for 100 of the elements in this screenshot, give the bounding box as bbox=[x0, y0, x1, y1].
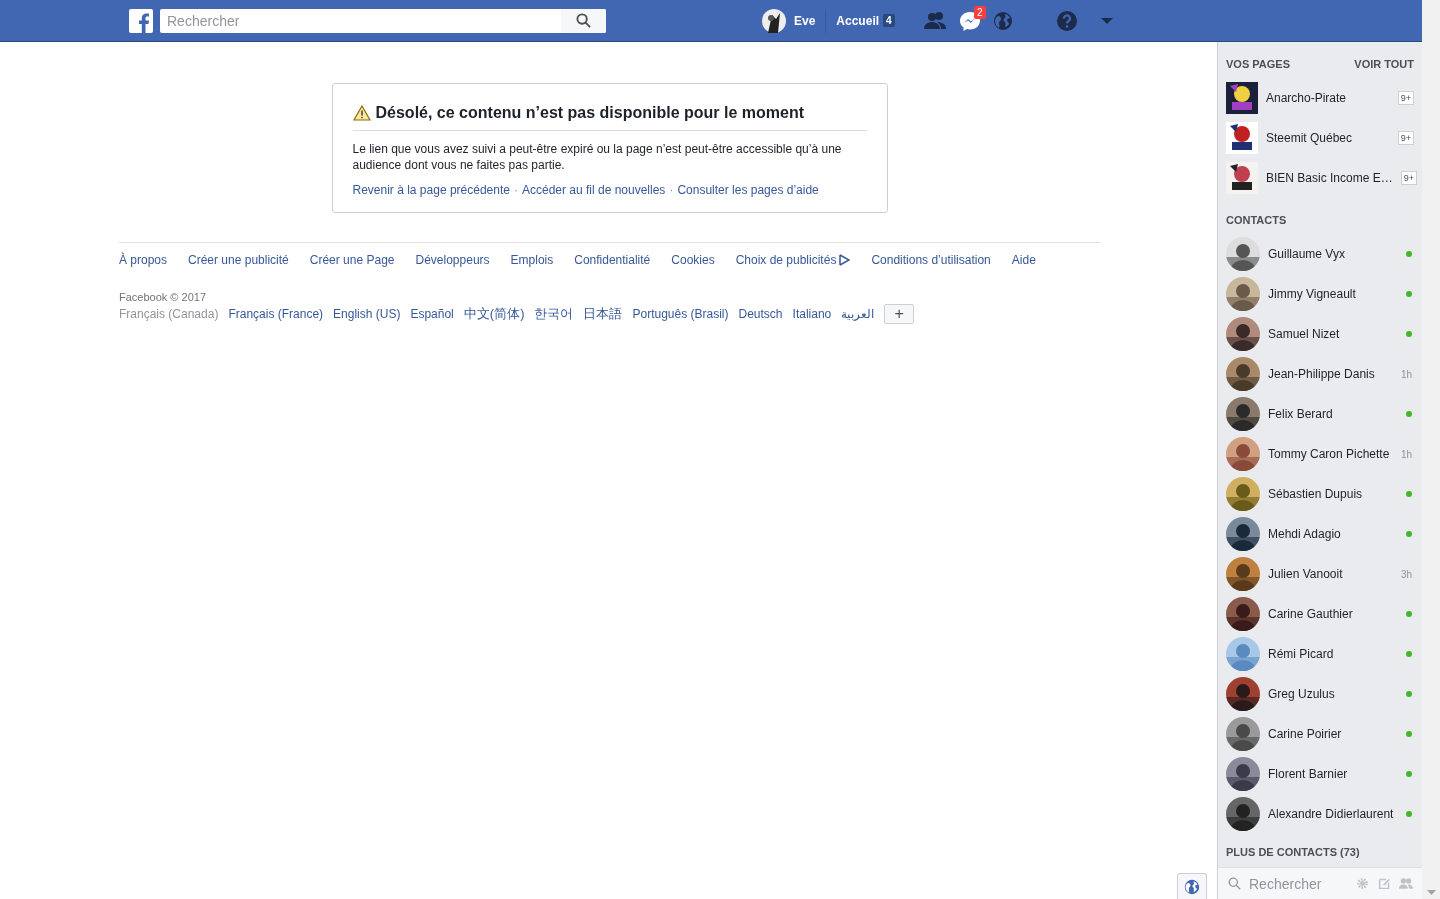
language-link[interactable]: العربية bbox=[841, 307, 875, 321]
more-languages-button[interactable]: + bbox=[884, 304, 915, 324]
language-link[interactable]: Português (Brasil) bbox=[632, 307, 729, 321]
contact-name: Tommy Caron Pichette bbox=[1268, 447, 1391, 461]
contact-name: Carine Gauthier bbox=[1268, 607, 1354, 621]
language-link[interactable]: Español bbox=[410, 307, 454, 321]
contact-search-bar[interactable]: Rechercher bbox=[1218, 867, 1422, 899]
caret-icon bbox=[1100, 16, 1113, 25]
contact-name: Rémi Picard bbox=[1268, 647, 1335, 661]
language-link[interactable]: 한국어 bbox=[534, 305, 574, 323]
contact-name: Felix Berard bbox=[1268, 407, 1334, 421]
contact-item[interactable]: Greg Uzulus bbox=[1226, 674, 1422, 714]
contact-name: Carine Poirier bbox=[1268, 727, 1343, 741]
help-icon bbox=[1055, 9, 1078, 32]
people-icon bbox=[1399, 877, 1413, 890]
new-group-button[interactable] bbox=[1398, 875, 1414, 892]
contact-item[interactable]: Samuel Nizet bbox=[1226, 314, 1422, 354]
footer-link[interactable]: Cookies bbox=[671, 253, 715, 267]
separator: · bbox=[513, 183, 518, 197]
logo-icon[interactable] bbox=[129, 8, 153, 33]
language-link[interactable]: English (US) bbox=[333, 307, 401, 321]
contact-item[interactable]: Carine Gauthier bbox=[1226, 594, 1422, 634]
online-dot bbox=[1406, 731, 1412, 737]
online-dot bbox=[1406, 251, 1412, 257]
footer-link[interactable]: Aide bbox=[1011, 253, 1036, 267]
contact-name: Sébastien Dupuis bbox=[1268, 487, 1364, 501]
contact-name: Florent Barnier bbox=[1268, 767, 1349, 781]
warning-icon bbox=[352, 105, 371, 121]
section-heading: PLUS DE CONTACTS (73) bbox=[1226, 845, 1361, 860]
page-name: BIEN Basic Income E… bbox=[1266, 171, 1393, 185]
globe-icon bbox=[1184, 878, 1200, 895]
contact-item[interactable]: Carine Poirier bbox=[1226, 714, 1422, 754]
contact-item[interactable]: Florent Barnier bbox=[1226, 754, 1422, 794]
contact-item[interactable]: Felix Berard bbox=[1226, 394, 1422, 434]
contact-name: Guillaume Vyx bbox=[1268, 247, 1346, 261]
help-button[interactable] bbox=[1054, 8, 1079, 33]
contact-item[interactable]: Guillaume Vyx bbox=[1226, 234, 1422, 274]
language-link[interactable]: Italiano bbox=[792, 307, 832, 321]
online-dot bbox=[1406, 611, 1412, 617]
contact-search-field[interactable]: Rechercher bbox=[1247, 874, 1348, 893]
contact-item[interactable]: Sébastien Dupuis bbox=[1226, 474, 1422, 514]
scroll-down-icon[interactable] bbox=[1426, 890, 1436, 895]
contact-name: Alexandre Didierlaurent bbox=[1268, 807, 1395, 821]
online-dot bbox=[1406, 651, 1412, 657]
search-icon bbox=[576, 13, 591, 28]
contact-item[interactable]: Mehdi Adagio bbox=[1226, 514, 1422, 554]
footer-link[interactable]: Créer une Page bbox=[309, 253, 395, 267]
footer-link[interactable]: Emplois bbox=[510, 253, 554, 267]
contact-item[interactable]: Tommy Caron Pichette 1h bbox=[1226, 434, 1422, 474]
page-item[interactable]: Anarcho-Pirate 9+ bbox=[1226, 78, 1422, 118]
language-button[interactable] bbox=[1177, 873, 1207, 899]
search-field[interactable]: Rechercher bbox=[160, 12, 561, 29]
contact-item[interactable]: Alexandre Didierlaurent bbox=[1226, 794, 1422, 834]
settings-button[interactable] bbox=[1354, 875, 1370, 892]
error-title: Désolé, ce contenu n’est pas disponible pour le moment bbox=[375, 104, 805, 122]
page-item[interactable]: Steemit Québec 9+ bbox=[1226, 118, 1422, 158]
footer-link[interactable]: Créer une publicité bbox=[188, 253, 289, 267]
section-heading: CONTACTS bbox=[1226, 214, 1287, 226]
online-dot bbox=[1406, 691, 1412, 697]
online-dot bbox=[1406, 531, 1412, 537]
section-heading: VOS PAGES bbox=[1226, 58, 1290, 70]
contact-name: Greg Uzulus bbox=[1268, 687, 1336, 701]
separator: · bbox=[669, 183, 674, 197]
contact-item[interactable]: Rémi Picard bbox=[1226, 634, 1422, 674]
search-button[interactable] bbox=[561, 8, 606, 33]
contact-item[interactable]: Jean-Philippe Danis 1h bbox=[1226, 354, 1422, 394]
contact-item[interactable]: Julien Vanooit 3h bbox=[1226, 554, 1422, 594]
message-count-badge: 2 bbox=[974, 5, 986, 19]
see-all-link[interactable]: VOIR TOUT bbox=[1354, 58, 1414, 70]
help-link[interactable]: Revenir à la page précédente bbox=[352, 183, 510, 197]
footer-link[interactable]: Conditions d’utilisation bbox=[871, 253, 991, 267]
profile-link[interactable]: Eve bbox=[762, 8, 827, 33]
notification-count: 9+ bbox=[1400, 171, 1417, 185]
footer-link[interactable]: Confidentialité bbox=[574, 253, 651, 267]
online-dot bbox=[1406, 771, 1412, 777]
language-link[interactable]: 日本語 bbox=[583, 305, 623, 323]
error-message: Le lien que vous avez suivi a peut-être expiré ou la page n’est peut-être accessible qu’à une audience dont vous ne faites pas partie. bbox=[352, 141, 843, 173]
help-link[interactable]: Accéder au fil de nouvelles bbox=[521, 183, 666, 197]
page-item[interactable]: BIEN Basic Income E… 9+ bbox=[1226, 158, 1422, 198]
copyright: Facebook © 2017 bbox=[119, 291, 207, 303]
help-link[interactable]: Consulter les pages d’aide bbox=[677, 183, 819, 197]
footer-link[interactable]: Choix de publicités bbox=[735, 253, 851, 267]
search-icon bbox=[1228, 877, 1241, 890]
search-bar[interactable]: Rechercher bbox=[160, 8, 606, 33]
contact-name: Jimmy Vigneault bbox=[1268, 287, 1357, 301]
footer-link[interactable]: Développeurs bbox=[415, 253, 490, 267]
footer-link[interactable]: À propos bbox=[119, 253, 168, 267]
language-link[interactable]: 中文(简体) bbox=[463, 305, 525, 323]
people-icon bbox=[922, 10, 947, 31]
home-link[interactable]: Accueil 4 bbox=[836, 13, 895, 28]
last-active-time: 1h bbox=[1400, 448, 1412, 460]
language-link[interactable]: Français (France) bbox=[228, 307, 324, 321]
contact-item[interactable]: Jimmy Vigneault bbox=[1226, 274, 1422, 314]
home-count: 4 bbox=[883, 14, 895, 27]
language-link[interactable]: Deutsch bbox=[738, 307, 783, 321]
last-active-time: 1h bbox=[1400, 368, 1412, 380]
page-name: Steemit Québec bbox=[1266, 131, 1354, 145]
last-active-time: 3h bbox=[1400, 568, 1412, 580]
online-dot bbox=[1406, 331, 1412, 337]
notification-count: 9+ bbox=[1397, 131, 1414, 145]
